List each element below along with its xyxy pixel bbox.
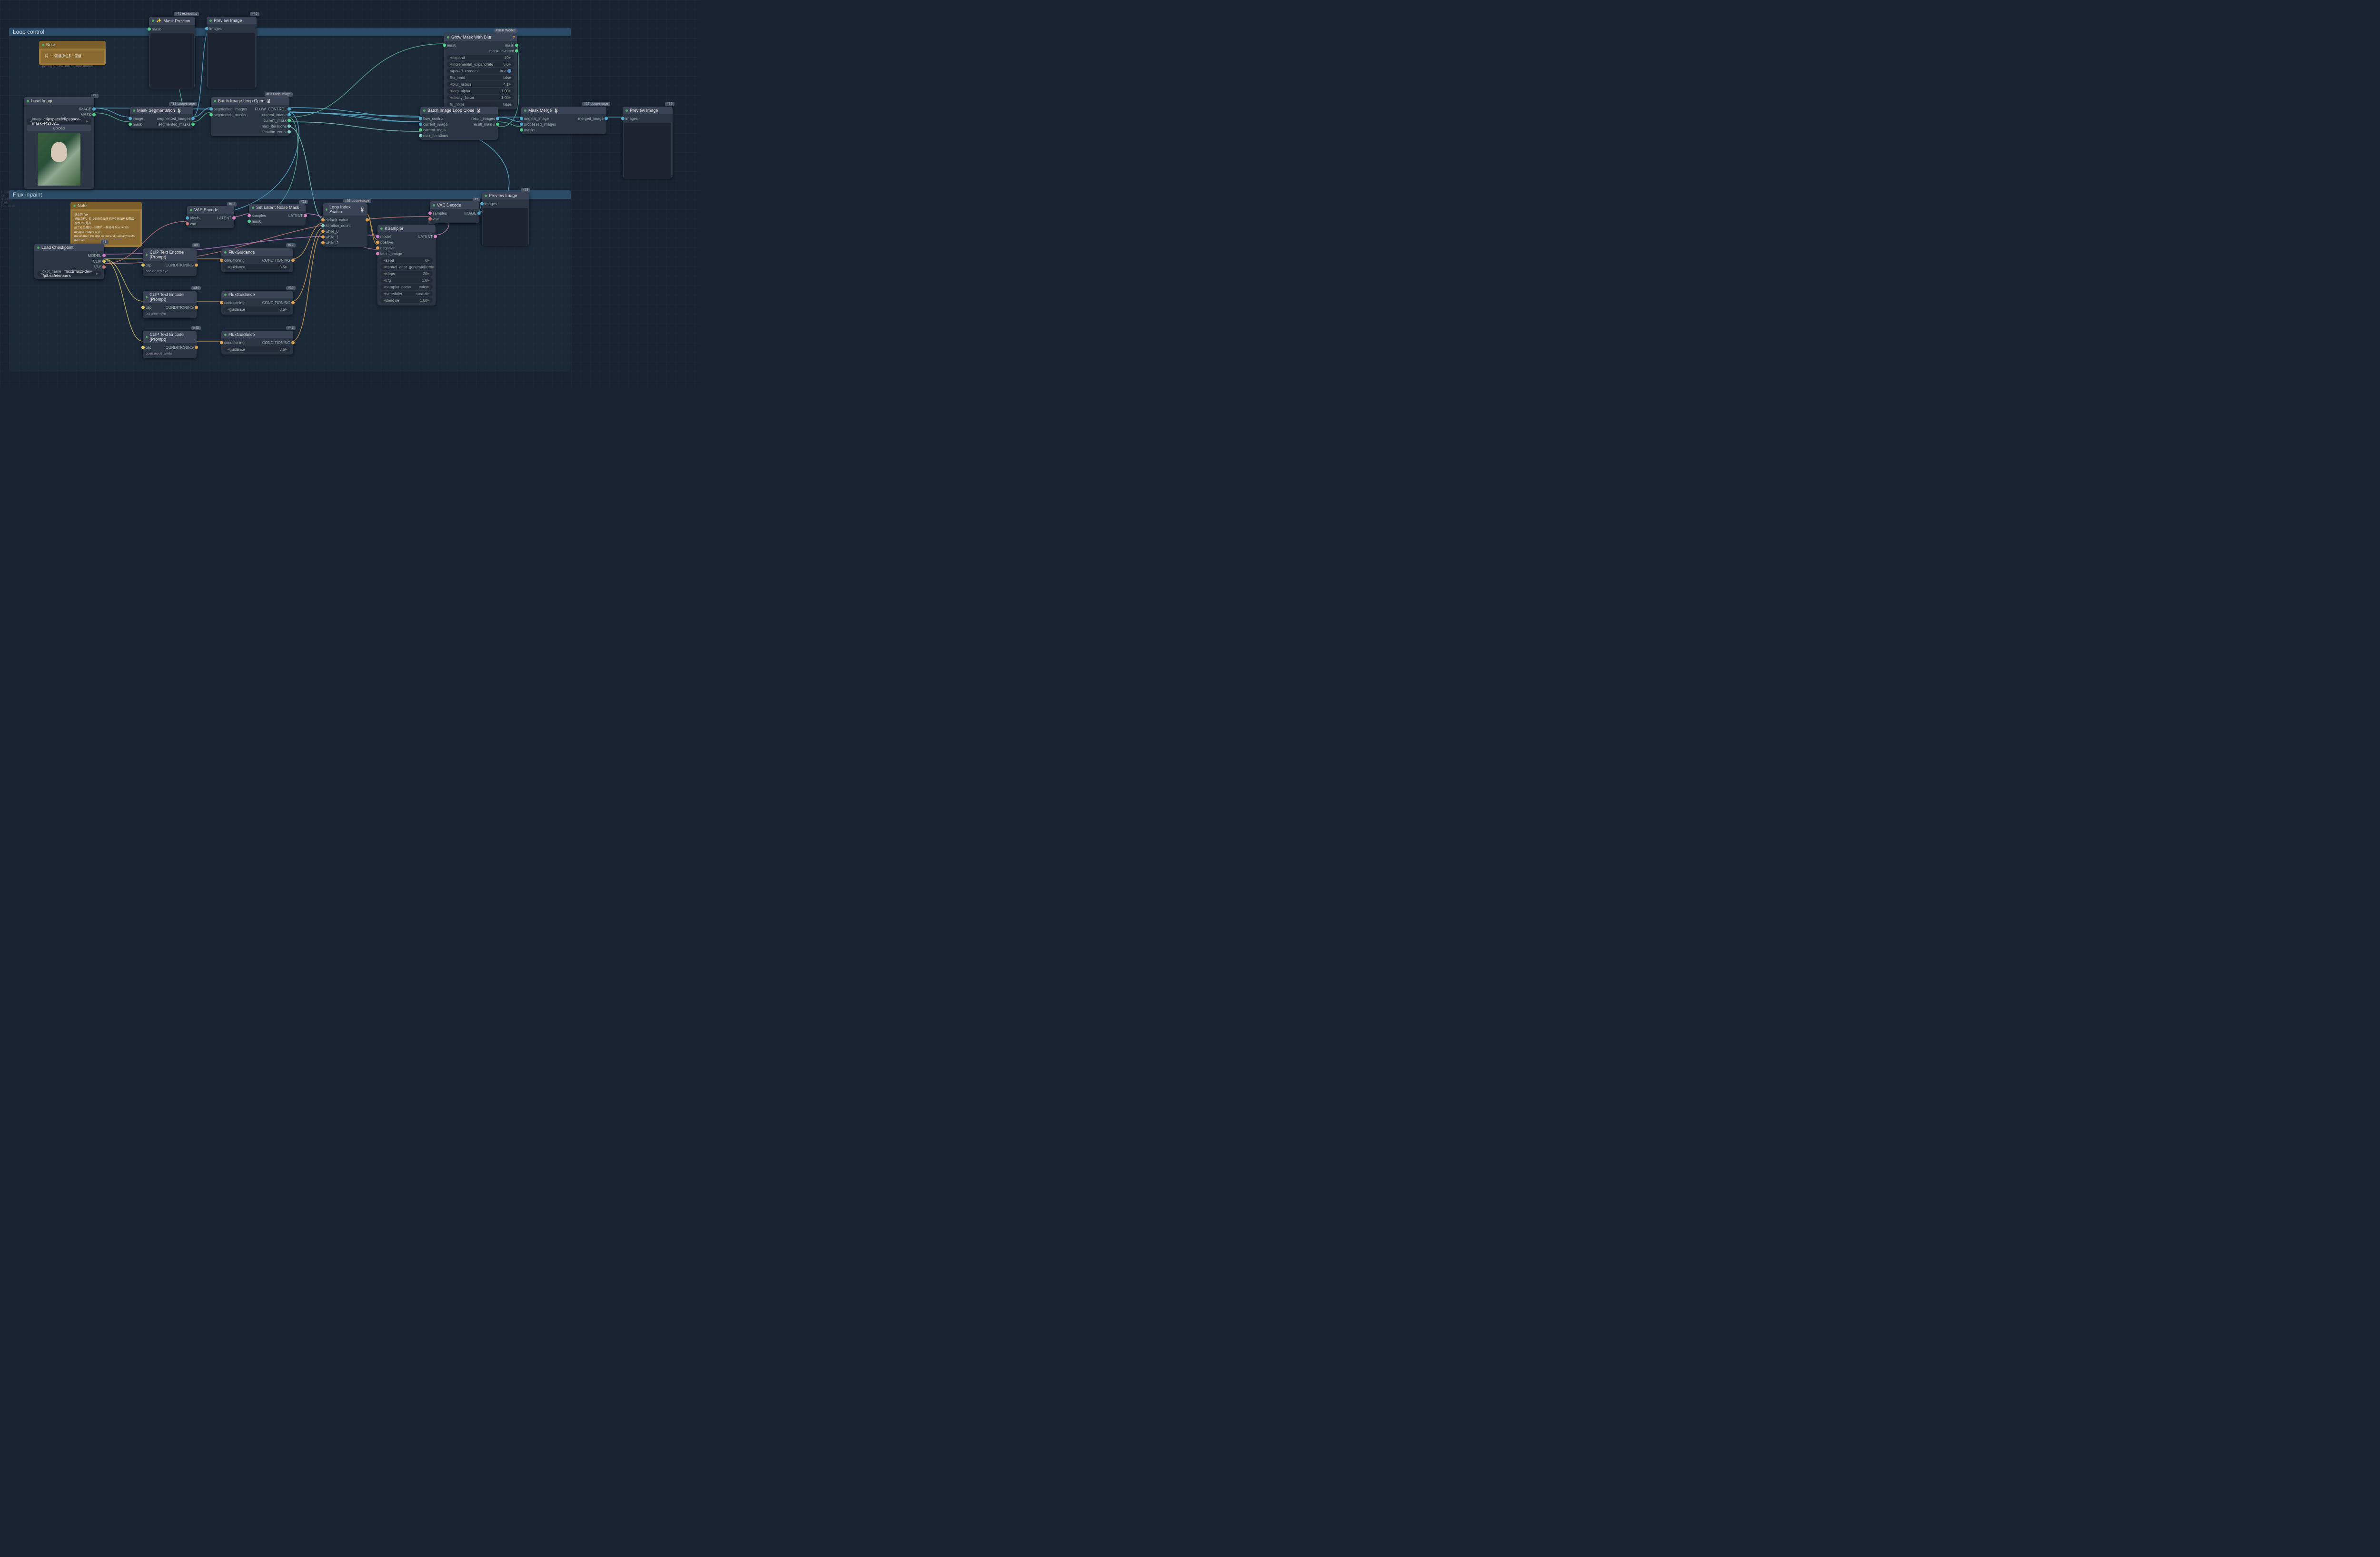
port-out-seg-images[interactable] (191, 117, 195, 120)
chain-icon: 🐰 (476, 108, 481, 113)
node-flux-guidance-2[interactable]: FluxGuidance conditioningCONDITIONING ◀g… (221, 291, 293, 315)
help-icon[interactable]: ? (513, 35, 516, 40)
node-flux-guidance-1[interactable]: FluxGuidance conditioningCONDITIONING ◀g… (221, 248, 293, 272)
node-load-checkpoint[interactable]: Load Checkpoint MODEL CLIP VAE ◀ckpt_nam… (34, 244, 104, 279)
widget-grow-blur_radius[interactable]: ◀blur_radius4.1▶ (447, 81, 514, 87)
badge-17: #17 Loop-image (582, 102, 610, 106)
widget-ksampler-seed[interactable]: ◀seed0▶ (380, 257, 433, 263)
widget-ksampler-sampler_name[interactable]: ◀sampler_nameeuler▶ (380, 284, 433, 290)
widget-grow-lerp_alpha[interactable]: ◀lerp_alpha1.00▶ (447, 88, 514, 94)
node-batch-loop-open[interactable]: Batch Image Loop Open🐰 segmented_imagesF… (211, 97, 289, 136)
chain-icon: 🐰 (267, 99, 271, 103)
note-loop-control[interactable]: Note 将一个蒙版拆成多个蒙版 (39, 41, 106, 65)
badge-34: #34 (191, 286, 201, 290)
chain-icon: 🐰 (177, 108, 182, 113)
widget-grow-incremental_expandrate[interactable]: ◀incremental_expandrate0.0▶ (447, 61, 514, 67)
image-thumbnail[interactable] (38, 133, 80, 186)
prompt-text[interactable]: one closed eye (143, 268, 197, 275)
badge-9: #9 (192, 243, 200, 247)
badge-41: #41 essentials (174, 12, 199, 16)
node-load-image[interactable]: Load Image IMAGE MASK ◀image clipspace/c… (24, 97, 94, 189)
node-clip-encode-3[interactable]: CLIP Text Encode (Prompt) clipCONDITIONI… (143, 331, 197, 358)
badge-32: #32 Loop-image (265, 92, 293, 97)
preview-area (483, 208, 528, 246)
node-preview-image-3[interactable]: Preview Image images (482, 192, 529, 245)
badge-40: #40 (250, 12, 259, 16)
node-clip-encode-1[interactable]: CLIP Text Encode (Prompt) clipCONDITIONI… (143, 248, 197, 276)
node-set-latent-mask[interactable]: Set Latent Noise Mask samplesLATENT mask (249, 204, 306, 226)
node-mask-merge[interactable]: Mask Merge🐰 original_imagemerged_image p… (521, 107, 606, 134)
chain-icon: 🐰 (360, 207, 365, 212)
badge-43: #43 (191, 326, 201, 330)
badge-31: #31 Loop-image (343, 199, 371, 203)
widget-grow-tapered_corners[interactable]: tapered_cornerstrue (447, 68, 514, 74)
port-out-seg-masks[interactable] (191, 123, 195, 126)
widget-ksampler-scheduler[interactable]: ◀schedulernormal▶ (380, 291, 433, 296)
node-flux-guidance-3[interactable]: FluxGuidance conditioningCONDITIONING ◀g… (221, 331, 293, 355)
port-out-image[interactable] (92, 108, 96, 111)
node-mask-preview[interactable]: ✨Mask Preview mask (149, 17, 195, 88)
node-preview-image-2[interactable]: Preview Image images (623, 107, 673, 178)
note-subtitle: Splitting a mask into multiple masks (40, 65, 93, 68)
preview-area (624, 123, 671, 179)
chain-icon: 🐰 (554, 108, 559, 113)
performance-stats: T: 0.88s I: 0 N: 24[64] V: 85 FPS: 83.93 (1, 191, 15, 208)
widget-ksampler-cfg[interactable]: ◀cfg1.0▶ (380, 277, 433, 283)
port-in-image[interactable] (129, 117, 132, 120)
badge-12: #12 (286, 243, 296, 247)
wand-icon: ✨ (156, 18, 161, 23)
node-mask-segmentation[interactable]: Mask Segmentation🐰 imagesegmented_images… (130, 107, 193, 128)
node-loop-index-switch[interactable]: Loop Index Switch🐰 default_value iterati… (323, 203, 367, 247)
preview-area (150, 33, 194, 89)
node-vae-encode[interactable]: VAE Encode pixelsLATENT vae (187, 206, 234, 228)
port-in-mask[interactable] (129, 123, 132, 126)
node-ksampler[interactable]: KSampler modelLATENT positive negative l… (377, 225, 436, 305)
node-clip-encode-2[interactable]: CLIP Text Encode (Prompt) clipCONDITIONI… (143, 291, 197, 318)
widget-grow-flip_input[interactable]: flip_inputfalse (447, 75, 514, 80)
port-in-images[interactable] (205, 27, 208, 30)
node-preview-image-1[interactable]: Preview Image images (207, 17, 257, 88)
upload-button[interactable]: upload (27, 125, 91, 131)
badge-36: #36 (665, 102, 674, 106)
badge-39: #39 Loop-image (169, 102, 197, 106)
preview-area (208, 33, 255, 89)
widget-grow-decay_factor[interactable]: ◀decay_factor1.00▶ (447, 95, 514, 100)
widget-guidance-2[interactable]: ◀guidance3.5▶ (224, 306, 290, 312)
badge-42: #42 (286, 326, 296, 330)
note2-subtitle: if they were "a picture" being processed… (71, 238, 122, 241)
prompt-text[interactable]: open mouth,smile (143, 350, 197, 357)
widget-ksampler-steps[interactable]: ◀steps20▶ (380, 271, 433, 276)
widget-guidance-1[interactable]: ◀guidance3.5▶ (224, 264, 290, 270)
widget-ksampler-denoise[interactable]: ◀denoise1.00▶ (380, 297, 433, 303)
port-out-mask[interactable] (92, 113, 96, 117)
node-vae-decode[interactable]: VAE Decode samplesIMAGE vae (430, 201, 479, 223)
widget-guidance-3[interactable]: ◀guidance3.5▶ (224, 346, 290, 352)
widget-image-select[interactable]: ◀image clipspace/clipspace-mask-442167..… (27, 118, 91, 124)
prompt-text[interactable]: big green eye (143, 310, 197, 317)
badge-38: #38 KJNodes (494, 29, 517, 33)
widget-grow-expand[interactable]: ◀expand10▶ (447, 55, 514, 60)
widget-ckpt-name[interactable]: ◀ckpt_name flux1/flux1-dev-fp8.safetenso… (37, 271, 101, 276)
node-batch-loop-close[interactable]: Batch Image Loop Close🐰 flow_controlresu… (420, 107, 498, 140)
port-in-mask[interactable] (148, 28, 151, 31)
node-grow-mask[interactable]: Grow Mask With Blur? maskmask mask_inver… (444, 33, 517, 109)
badge-35: #35 (286, 286, 296, 290)
widget-ksampler-control_after_generate[interactable]: ◀control_after_generatefixed▶ (380, 264, 433, 270)
